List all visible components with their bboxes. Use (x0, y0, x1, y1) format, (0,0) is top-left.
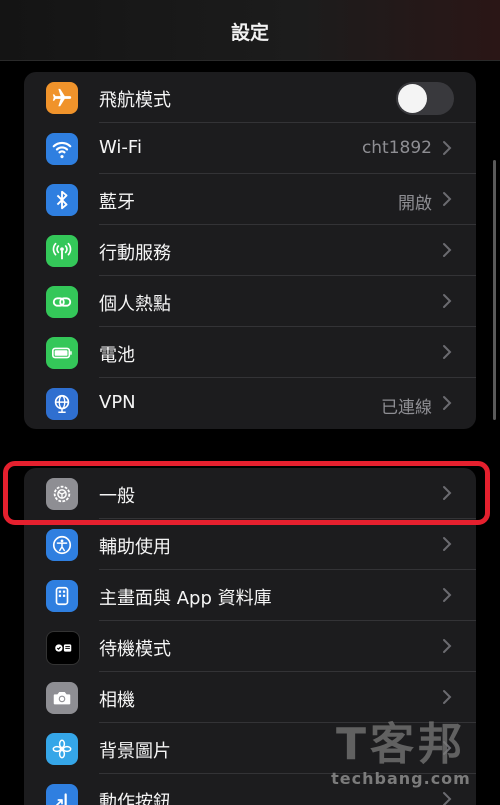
settings-row-value: cht1892 (361, 138, 432, 158)
globe-icon (46, 388, 78, 420)
page-title: 設定 (230, 22, 269, 44)
accessibility-icon (46, 529, 78, 561)
settings-row-label: VPN (99, 392, 136, 413)
chevron-right-icon (443, 396, 452, 410)
settings-row-label: 飛航模式 (99, 90, 171, 111)
navigation-bar: 設定 (0, 0, 500, 61)
techbang-watermark: T客邦 techbang.com (316, 721, 486, 791)
settings-row-label: 輔助使用 (99, 537, 171, 558)
settings-row-accessibility[interactable]: 輔助使用 (24, 519, 476, 570)
chevron-right-icon (443, 588, 452, 602)
flower-icon (46, 733, 78, 765)
settings-row-value: 已連線 (381, 398, 432, 418)
connectivity-group: 飛航模式 Wi-Fi cht1892 藍牙 開啟 行動服務 個人熱點 電池 VP… (24, 72, 476, 429)
chevron-right-icon (443, 345, 452, 359)
watermark-url: techbang.com (331, 769, 471, 788)
chevron-right-icon (443, 294, 452, 308)
home-screen-icon (46, 580, 78, 612)
settings-row-label: 背景圖片 (99, 741, 171, 762)
chevron-right-icon (443, 141, 452, 155)
settings-row-label: 相機 (99, 690, 135, 711)
antenna-icon (46, 235, 78, 267)
settings-row-home-screen[interactable]: 主畫面與 App 資料庫 (24, 570, 476, 621)
settings-row-battery[interactable]: 電池 (24, 327, 476, 378)
toggle-knob (398, 84, 427, 113)
settings-row-wifi[interactable]: Wi-Fi cht1892 (24, 123, 476, 174)
settings-row-camera[interactable]: 相機 (24, 672, 476, 723)
chevron-right-icon (443, 690, 452, 704)
chevron-right-icon (443, 639, 452, 653)
link-icon (46, 286, 78, 318)
chevron-right-icon (443, 192, 452, 206)
chevron-right-icon (443, 792, 452, 805)
chevron-right-icon (443, 243, 452, 257)
camera-icon (46, 682, 78, 714)
settings-row-airplane-mode[interactable]: 飛航模式 (24, 72, 476, 123)
settings-row-value: 開啟 (398, 194, 432, 214)
settings-row-label: 電池 (99, 345, 135, 366)
bluetooth-icon (46, 184, 78, 216)
settings-row-label: 動作按鈕 (99, 792, 171, 805)
settings-row-cellular[interactable]: 行動服務 (24, 225, 476, 276)
settings-row-bluetooth[interactable]: 藍牙 開啟 (24, 174, 476, 225)
action-button-icon (46, 784, 78, 805)
chevron-right-icon (443, 537, 452, 551)
standby-icon (46, 631, 80, 665)
scrollbar[interactable] (493, 160, 496, 420)
settings-row-label: 藍牙 (99, 192, 135, 213)
settings-row-label: 個人熱點 (99, 294, 171, 315)
airplane-icon (46, 82, 78, 114)
settings-row-label: 待機模式 (99, 639, 171, 660)
settings-row-personal-hotspot[interactable]: 個人熱點 (24, 276, 476, 327)
settings-row-label: 行動服務 (99, 243, 171, 264)
watermark-logo: T客邦 (335, 719, 466, 770)
wifi-icon (46, 133, 78, 165)
settings-row-standby[interactable]: 待機模式 (24, 621, 476, 672)
settings-row-label: 主畫面與 App 資料庫 (99, 588, 272, 609)
settings-row-label: Wi-Fi (99, 137, 142, 158)
settings-screen: 設定 飛航模式 Wi-Fi cht1892 藍牙 開啟 行動服務 個人熱點 電池… (0, 0, 500, 805)
battery-icon (46, 337, 78, 369)
airplane-mode-toggle[interactable] (396, 82, 454, 115)
highlight-frame (3, 461, 490, 525)
settings-row-vpn[interactable]: VPN 已連線 (24, 378, 476, 429)
